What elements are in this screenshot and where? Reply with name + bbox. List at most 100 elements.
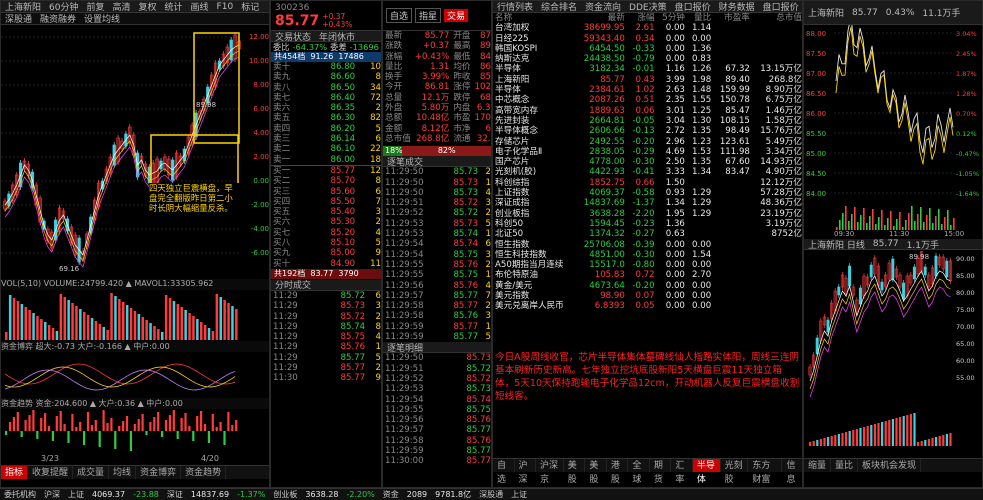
tick-row[interactable]: 11:29:50 85.73	[383, 353, 491, 363]
tick-row[interactable]: 11:29:51 85.72	[383, 364, 491, 374]
trade-row[interactable]: 11:29:59 85.77 1	[383, 322, 491, 332]
market-bottom-tab[interactable]: 美股	[585, 459, 607, 485]
trade-row[interactable]: 11:29:52 85.72 2	[383, 208, 491, 218]
stat-row[interactable]: 金额 8.12亿市净 6.18	[383, 124, 491, 134]
market-row[interactable]: 上证指数 4069.37 -0.58 0.93 1.29 57.28万亿	[493, 188, 802, 198]
buy-row[interactable]: 买九 85.00 9	[271, 248, 381, 258]
market-tab[interactable]: 资金流向	[581, 1, 625, 12]
toolbar-item[interactable]: 标记	[237, 1, 263, 12]
buy-row[interactable]: 买八 85.10 5	[271, 238, 381, 248]
market-tab[interactable]: 综合排名	[537, 1, 581, 12]
market-header[interactable]: 名称 最新 涨幅 5分钟 量比 市盈率 总市值	[493, 13, 802, 23]
tab[interactable]: 成交量	[73, 466, 110, 479]
buy-row[interactable]: 买二 85.70 8	[271, 176, 381, 186]
market-bottom-tab[interactable]: 半导体	[692, 459, 721, 485]
trade-row[interactable]: 11:29:54 85.75 3	[383, 250, 491, 260]
stat-row[interactable]: 今开 86.81涨停102.48	[383, 82, 491, 92]
buy-row[interactable]: 买五 85.40 3	[271, 207, 381, 217]
market-row[interactable]: 上海新阳 85.77 0.43 3.99 1.98 89.40 268.8亿	[493, 75, 802, 85]
market-row[interactable]: 中芯概念 2087.26 0.51 2.35 1.55 150.78 6.75万亿	[493, 95, 802, 105]
buy-row[interactable]: 买三 85.60 6	[271, 187, 381, 197]
sell-row[interactable]: 卖十 86.80 10	[271, 62, 381, 72]
trade-row[interactable]: 11:29:58 85.76 3	[383, 311, 491, 321]
tick-row[interactable]: 11:29:55 85.75	[383, 405, 491, 415]
fen-row[interactable]: 11:30 85.77 9	[271, 373, 381, 383]
trade-row[interactable]: 11:29:57 85.77 7	[383, 291, 491, 301]
market-row[interactable]: 台湾加权 38699.95 2.61 0.00 1.14	[493, 23, 802, 33]
market-row[interactable]: 存储芯片 2492.55 -0.20 2.96 1.23 123.61 5.49万亿	[493, 137, 802, 147]
tab[interactable]: 收复提醒	[28, 466, 74, 479]
market-bottom-tab[interactable]: 美股	[564, 459, 586, 485]
tick-row[interactable]: 11:29:54 85.74	[383, 395, 491, 405]
fen-row[interactable]: 11:29 85.77 2	[271, 363, 381, 373]
info-tab[interactable]: 交易状态	[271, 31, 315, 42]
market-row[interactable]: 半导体概念 2606.66 -0.13 2.72 1.35 98.49 15.76万亿	[493, 126, 802, 136]
subbar-tab[interactable]: 融资融券	[36, 13, 80, 24]
trade-row[interactable]: 11:29:50 85.73 1	[383, 178, 491, 188]
market-row[interactable]: 电子化学品Ⅱ 2838.05 -0.29 4.69 1.53 111.98 3.34万亿	[493, 147, 802, 157]
tab-indicator[interactable]: 指标	[1, 466, 29, 479]
trade-row[interactable]: 11:29:55 85.76 2	[383, 260, 491, 270]
watchlist-button[interactable]: 自选	[386, 8, 413, 23]
fen-row[interactable]: 11:29 85.73 3	[271, 301, 381, 311]
toolbar-item[interactable]: 画线	[187, 1, 213, 12]
trade-row[interactable]: 11:29:50 85.73 2	[383, 167, 491, 177]
sell-row[interactable]: 卖一 86.00 18	[271, 155, 381, 165]
toolbar-item[interactable]: 复权	[135, 1, 161, 12]
tab[interactable]: 资金趋势	[181, 466, 227, 479]
market-row[interactable]: 纳斯达克 24438.50 -0.79 0.00 0.83	[493, 54, 802, 64]
market-tab[interactable]: 行情列表	[493, 1, 537, 12]
stat-row[interactable]: 总量 12.1万跌停 68.32	[383, 93, 491, 103]
tab[interactable]: 均线	[109, 466, 137, 479]
market-bottom-tab[interactable]: 自选	[493, 459, 515, 485]
market-row[interactable]: 恒生科技指数 4851.00 -0.30 0.00 1.54	[493, 250, 802, 260]
sell-row[interactable]: 卖三 86.14 6	[271, 134, 381, 144]
tab[interactable]: 资金博弈	[136, 466, 182, 479]
market-row[interactable]: 科创50 1594.45 -0.23 1.36 3.19万亿	[493, 219, 802, 229]
market-row[interactable]: 韩国KOSPI 6454.50 -0.33 0.00 1.36	[493, 44, 802, 54]
market-row[interactable]: 先进封装 2664.81 -0.05 3.04 1.30 108.15 1.58万亿	[493, 116, 802, 126]
market-row[interactable]: 深证成指 14837.69 -1.37 1.34 1.29 48.36万亿	[493, 198, 802, 208]
trade-row[interactable]: 11:29:54 85.74 6	[383, 239, 491, 249]
buy-row[interactable]: 买十 84.90 11	[271, 259, 381, 269]
sell-row[interactable]: 卖六 86.35 2	[271, 103, 381, 113]
toolbar-item[interactable]: F10	[213, 2, 238, 12]
tick-row[interactable]: 11:29:52 85.72	[383, 374, 491, 384]
market-bottom-tab[interactable]: 全球	[628, 459, 650, 485]
tick-row[interactable]: 11:29:57 85.77	[383, 425, 491, 435]
trade-row[interactable]: 11:29:59 85.77 5	[383, 332, 491, 342]
trade-row[interactable]: 11:29:51 85.72 3	[383, 198, 491, 208]
fen-row[interactable]: 11:29 85.74 8	[271, 322, 381, 332]
left-period[interactable]: 60分钟	[45, 1, 82, 12]
sell-row[interactable]: 卖八 86.50 34	[271, 83, 381, 93]
toolbar-item[interactable]: 前复	[82, 1, 108, 12]
market-row[interactable]: 布伦特原油 105.83 0.72 0.00 2.70	[493, 270, 802, 280]
sell-row[interactable]: 卖五 86.30 82	[271, 113, 381, 123]
market-tab[interactable]: 财务数据	[715, 1, 759, 12]
tab[interactable]: 量比	[831, 459, 859, 472]
trade-row[interactable]: 11:29:53 85.73 5	[383, 219, 491, 229]
toolbar-item[interactable]: 统计	[161, 1, 187, 12]
market-tab[interactable]: 盘口报价	[671, 1, 715, 12]
fen-row[interactable]: 11:29 85.72 6	[271, 291, 381, 301]
tab[interactable]: 板块机会发现	[858, 459, 922, 472]
market-row[interactable]: 创业板指 3638.28 -2.20 1.95 1.29 23.19万亿	[493, 209, 802, 219]
stat-row[interactable]: 总市值 268.8亿流通 32.2亿	[383, 134, 491, 144]
fen-row[interactable]: 11:29 85.77 5	[271, 353, 381, 363]
trade-row[interactable]: 11:29:56 85.76 4	[383, 281, 491, 291]
subbar-tab[interactable]: 设置均线	[80, 13, 124, 24]
status-item[interactable]: 委托机构	[0, 489, 40, 500]
buy-row[interactable]: 买六 85.30 2	[271, 217, 381, 227]
toolbar-item[interactable]: 高清	[108, 1, 134, 12]
stat-row[interactable]: 量比 1.31均价 86.61	[383, 62, 491, 72]
stat-row[interactable]: 外盘 5.80万内盘 6.30万	[383, 103, 491, 113]
trade-row[interactable]: 11:29:55 85.75 1	[383, 270, 491, 280]
market-row[interactable]: 高带宽内存 1889.63 0.06 3.01 1.25 85.47 1.46万亿	[493, 106, 802, 116]
stat-row[interactable]: 总额 10.48亿市盈170.67	[383, 113, 491, 123]
tick-row[interactable]: 11:29:53 85.73	[383, 384, 491, 394]
sell-row[interactable]: 卖二 86.10 22	[271, 144, 381, 154]
sell-row[interactable]: 卖九 86.60 8	[271, 72, 381, 82]
market-row[interactable]: 科创综指 1852.75 0.66 1.50 12.12万亿	[493, 178, 802, 188]
market-bottom-tab[interactable]: 沪深	[515, 459, 537, 485]
stat-row[interactable]: 涨幅 +0.43%最低 84.00	[383, 52, 491, 62]
